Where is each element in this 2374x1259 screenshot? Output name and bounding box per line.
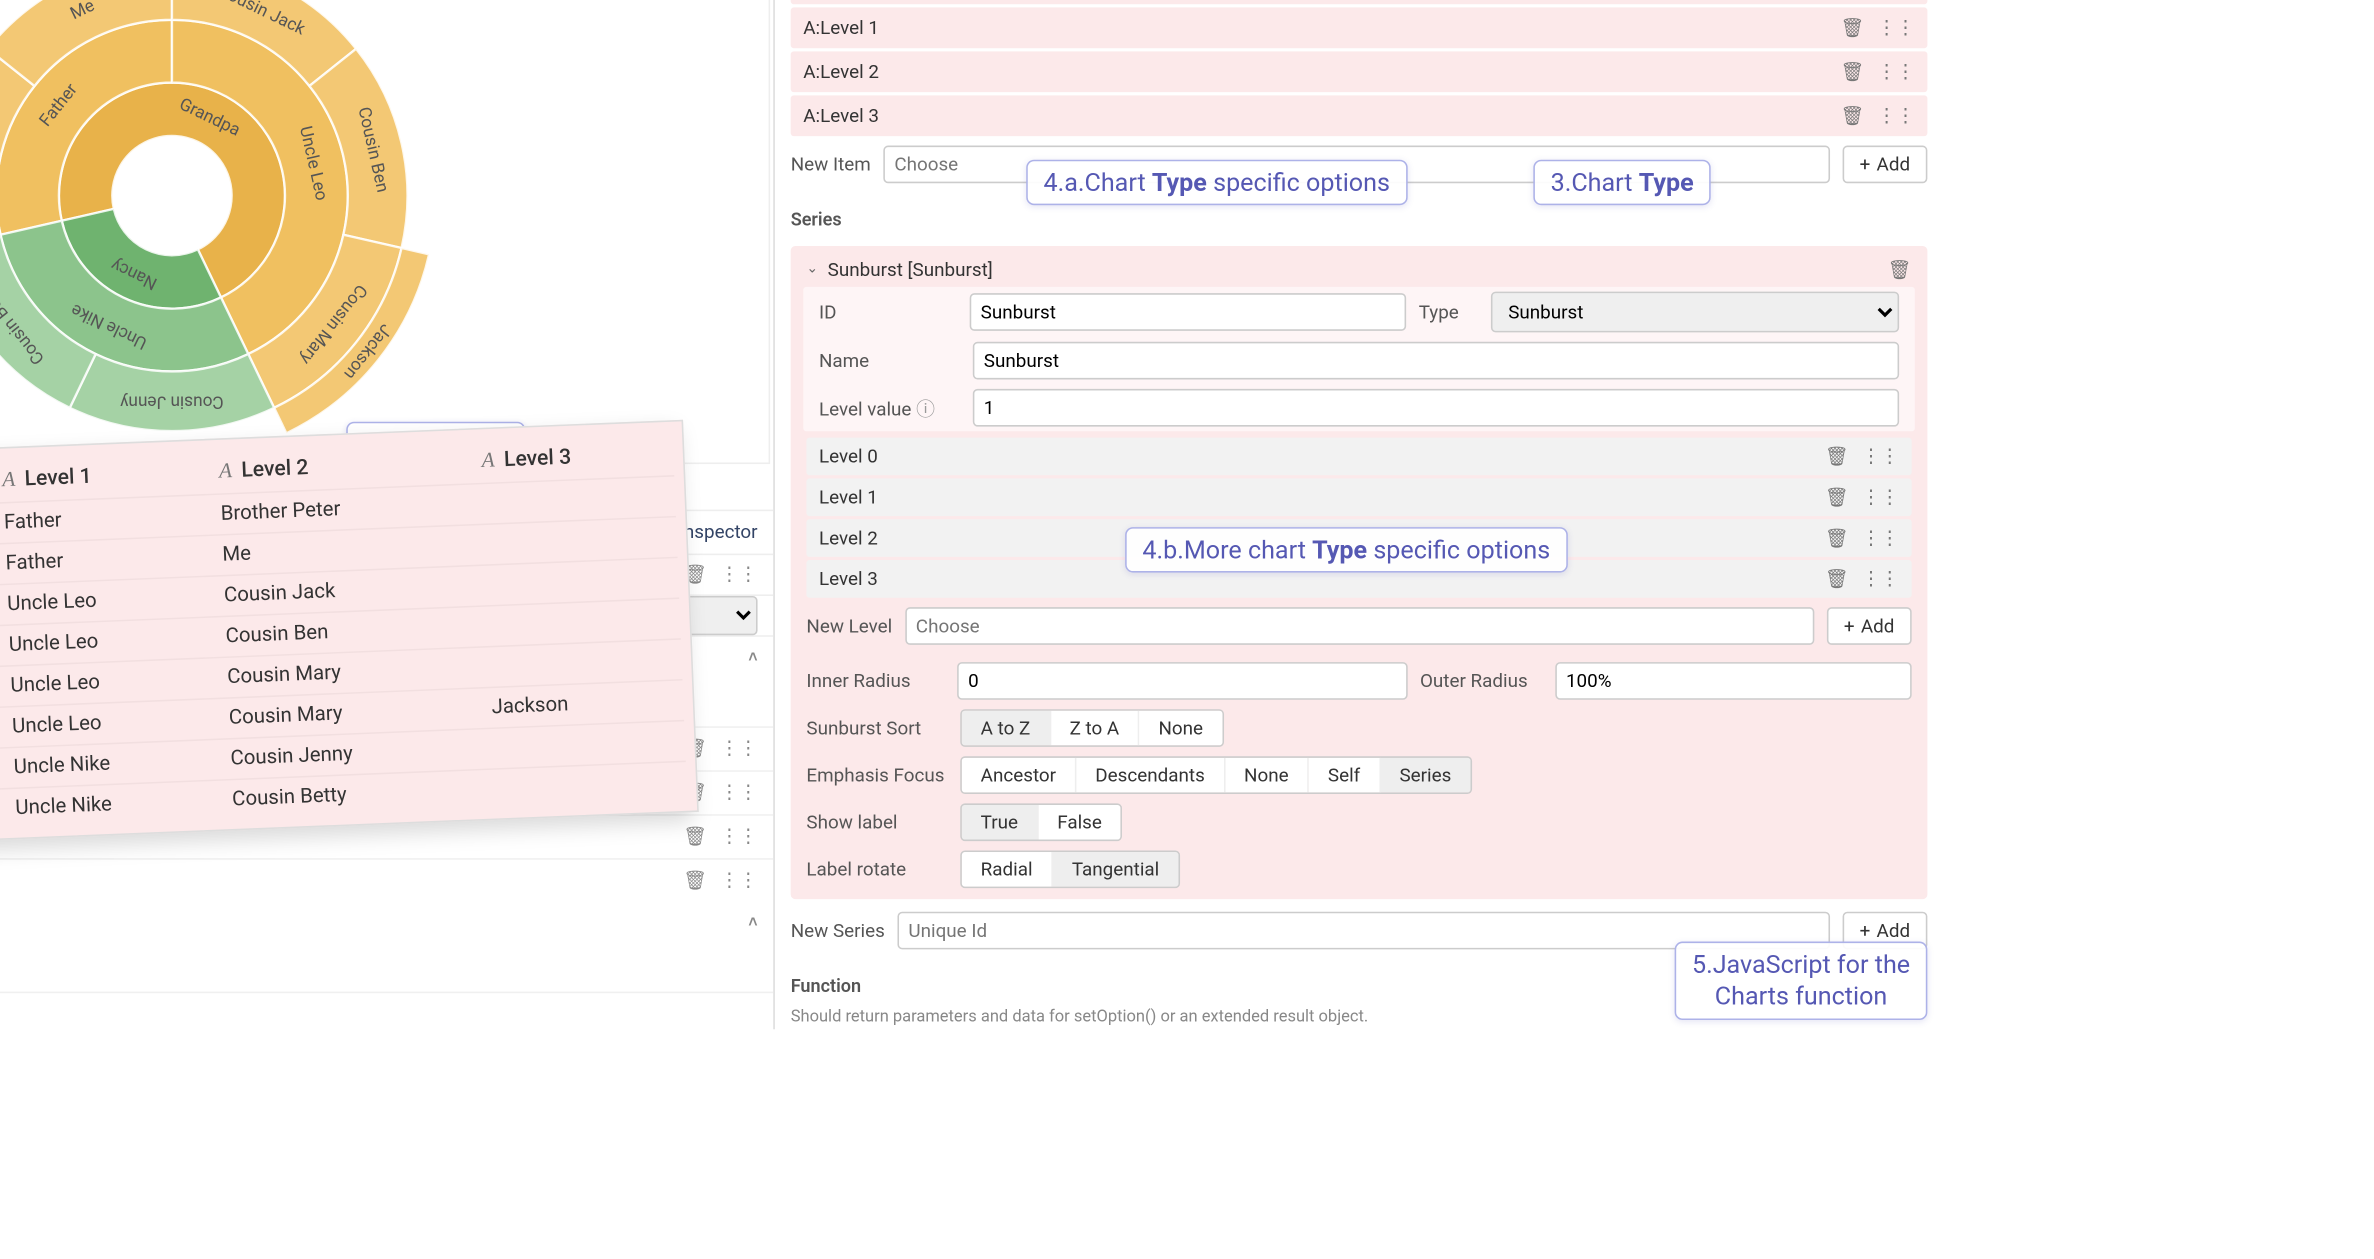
svg-text:Cousin Jenny: Cousin Jenny [119, 392, 222, 412]
dataframe-overlay: ALevel 0ALevel 1ALevel 2ALevel 3GrandpaF… [0, 420, 699, 849]
trash-icon[interactable]: 🗑 [1825, 527, 1849, 549]
sort-group[interactable]: A to Z Z to A None [960, 709, 1223, 747]
series-collapse[interactable]: ⌄Sunburst [Sunburst]🗑 [791, 252, 1928, 287]
trash-icon[interactable]: 🗑 [1825, 445, 1849, 467]
level-value-input[interactable] [973, 389, 1899, 427]
showlabel-group[interactable]: True False [960, 803, 1122, 841]
newitem-select[interactable] [883, 145, 1829, 183]
dataset-item[interactable]: A:Level 2🗑⋮⋮ [791, 51, 1928, 92]
queryinspector-link[interactable]: inspector [679, 521, 757, 543]
drag-icon[interactable]: ⋮⋮ [720, 563, 758, 587]
newitem-label: New Item [791, 153, 871, 175]
trash-icon[interactable]: 🗑 [1825, 568, 1849, 590]
drag-icon[interactable]: ⋮⋮ [1861, 486, 1899, 508]
emph-opt[interactable]: Series [1380, 758, 1470, 793]
emph-opt[interactable]: None [1225, 758, 1309, 793]
show-opt[interactable]: False [1038, 805, 1120, 840]
series-type-select[interactable]: Sunburst [1491, 291, 1899, 332]
drag-icon[interactable]: ⋮⋮ [1861, 568, 1899, 590]
values-section[interactable]: Values˄ [0, 902, 773, 944]
chevron-down-icon: ⌄ [806, 262, 818, 278]
add-level-button[interactable]: + Add [1826, 607, 1911, 645]
emph-opt[interactable]: Descendants [1076, 758, 1225, 793]
dataset-item[interactable]: A:Level 0🗑⋮⋮ [791, 0, 1928, 4]
drag-icon[interactable]: ⋮⋮ [1877, 61, 1915, 83]
function-note: Should return parameters and data for se… [775, 1006, 1943, 1030]
rotate-group[interactable]: Radial Tangential [960, 850, 1179, 888]
inner-radius-input[interactable] [957, 662, 1407, 700]
series-level[interactable]: Level 1🗑⋮⋮ [806, 478, 1911, 516]
series-level[interactable]: Level 3🗑⋮⋮ [806, 560, 1911, 598]
trash-icon[interactable]: 🗑 [1841, 17, 1865, 39]
chevron-up-icon: ˄ [748, 914, 757, 931]
dataset-item[interactable]: A:Level 1🗑⋮⋮ [791, 7, 1928, 48]
add-series-button[interactable]: + Add [1842, 912, 1927, 950]
info-icon: ⓘ [916, 397, 935, 419]
dataset-item[interactable]: A:Level 3🗑⋮⋮ [791, 95, 1928, 136]
series-level[interactable]: Level 2🗑⋮⋮ [806, 519, 1911, 557]
value-row[interactable]: › #1 [0, 991, 773, 1029]
emph-opt[interactable]: Ancestor [962, 758, 1077, 793]
function-label: Function [775, 965, 1943, 1006]
emph-opt[interactable]: Self [1309, 758, 1381, 793]
drag-icon[interactable]: ⋮⋮ [720, 826, 758, 848]
newlevel-label: New Level [806, 615, 892, 637]
drag-icon[interactable]: ⋮⋮ [720, 782, 758, 804]
drag-icon[interactable]: ⋮⋮ [720, 870, 758, 892]
chevron-up-icon: ˄ [748, 649, 757, 666]
series-id-input[interactable] [970, 293, 1406, 331]
rotate-opt[interactable]: Radial [962, 852, 1053, 887]
trash-icon[interactable]: 🗑 [1841, 105, 1865, 127]
outer-radius-input[interactable] [1555, 662, 1912, 700]
drag-icon[interactable]: ⋮⋮ [1861, 527, 1899, 549]
add-item-button[interactable]: + Add [1842, 145, 1927, 183]
trash-icon[interactable]: 🗑 [683, 870, 707, 892]
series-level[interactable]: Level 0🗑⋮⋮ [806, 437, 1911, 475]
series-name-input[interactable] [973, 342, 1899, 380]
sort-opt[interactable]: Z to A [1051, 711, 1140, 746]
trash-icon[interactable]: 🗑 [683, 826, 707, 848]
drag-icon[interactable]: ⋮⋮ [720, 738, 758, 760]
newlevel-select[interactable] [905, 607, 1814, 645]
sort-opt[interactable]: None [1139, 711, 1221, 746]
show-opt[interactable]: True [962, 805, 1039, 840]
newseries-label: New Series [791, 919, 885, 941]
drag-icon[interactable]: ⋮⋮ [1861, 445, 1899, 467]
sort-opt[interactable]: A to Z [962, 711, 1051, 746]
drag-icon[interactable]: ⋮⋮ [1877, 105, 1915, 127]
series-label: Series [775, 199, 1943, 240]
rotate-opt[interactable]: Tangential [1053, 852, 1178, 887]
field-row[interactable]: ›Level 3 [string]🗑⋮⋮ [0, 858, 773, 902]
emphasis-group[interactable]: Ancestor Descendants None Self Series [960, 756, 1471, 794]
sunburst-chart: GrandpaFatherBrother PeterMeUncle LeoCou… [0, 0, 769, 463]
trash-icon[interactable]: 🗑 [1825, 486, 1849, 508]
trash-icon[interactable]: 🗑 [1888, 258, 1912, 280]
drag-icon[interactable]: ⋮⋮ [1877, 17, 1915, 39]
newseries-input[interactable] [897, 912, 1829, 950]
trash-icon[interactable]: 🗑 [1841, 61, 1865, 83]
